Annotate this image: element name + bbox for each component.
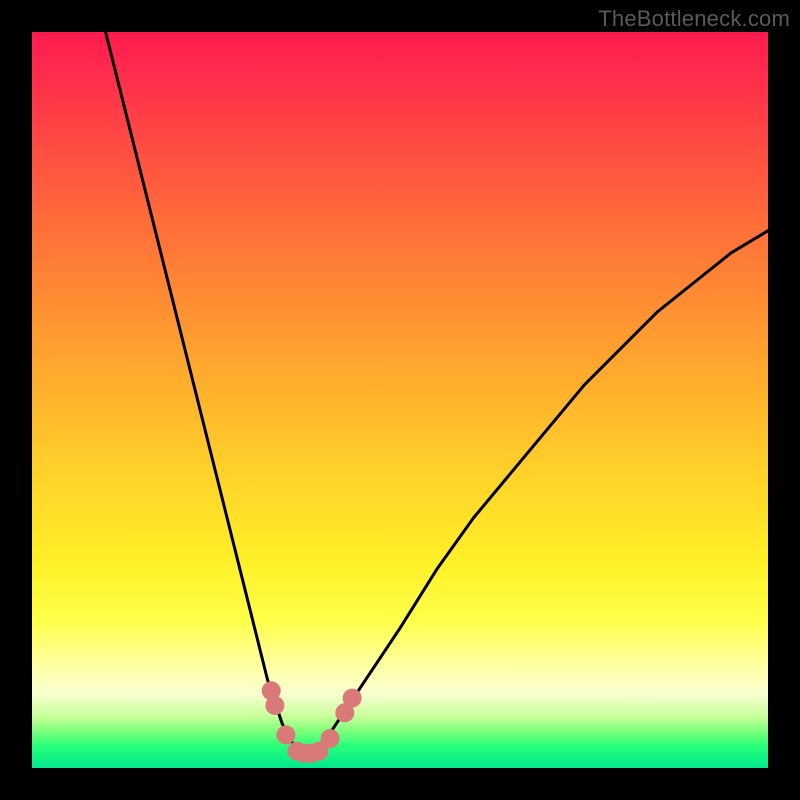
- watermark-text: TheBottleneck.com: [598, 6, 790, 32]
- curve-marker: [343, 689, 361, 707]
- chart-frame: TheBottleneck.com: [0, 0, 800, 800]
- curve-marker: [277, 726, 295, 744]
- curve-marker: [266, 696, 284, 714]
- bottleneck-curve: [106, 32, 768, 753]
- curve-markers: [262, 682, 361, 763]
- chart-plot-area: [32, 32, 768, 768]
- curve-marker: [321, 730, 339, 748]
- chart-svg: [32, 32, 768, 768]
